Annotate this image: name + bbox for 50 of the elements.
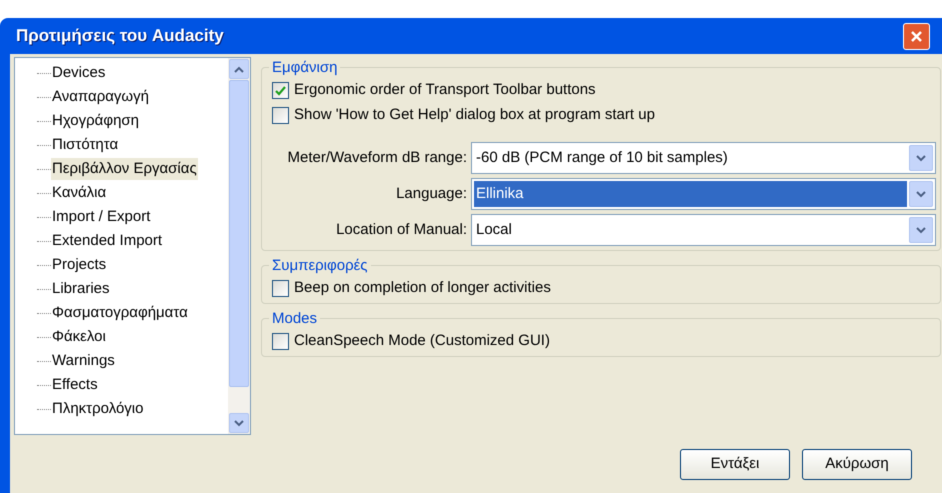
dropdown-value: Ellinika — [474, 181, 907, 207]
check-icon — [275, 86, 286, 96]
field-label: Language: — [395, 184, 468, 204]
tree-item[interactable]: Projects — [51, 254, 108, 276]
chevron-down-icon — [916, 154, 926, 162]
tree-item[interactable]: Αναπαραγωγή — [51, 86, 150, 108]
checkbox-label: Beep on completion of longer activities — [294, 278, 551, 298]
dropdown[interactable]: Ellinika — [471, 178, 936, 210]
chevron-down-icon — [916, 226, 926, 234]
dialog-button[interactable]: Ακύρωση — [802, 449, 912, 480]
tree-item[interactable]: Ηχογράφηση — [51, 110, 140, 132]
checkbox-label: Ergonomic order of Transport Toolbar buttons — [294, 80, 596, 100]
scroll-up-button[interactable] — [229, 59, 249, 79]
scrollbar[interactable] — [228, 58, 250, 434]
scroll-thumb[interactable] — [229, 80, 249, 387]
tree-item[interactable]: Warnings — [51, 350, 116, 372]
tree-item[interactable]: Φασματογραφήματα — [51, 302, 189, 324]
dialog-button[interactable]: Εντάξει — [680, 449, 790, 480]
checkbox[interactable] — [272, 82, 289, 99]
chevron-up-icon — [234, 66, 244, 72]
field-label: Meter/Waveform dB range: — [286, 148, 468, 168]
tree-item[interactable]: Περιβάλλον Εργασίας — [51, 158, 198, 180]
tree-item[interactable]: Κανάλια — [51, 182, 108, 204]
tree-item[interactable]: Πιστότητα — [51, 134, 120, 156]
dropdown-arrow-button[interactable] — [909, 145, 933, 171]
field-label: Location of Manual: — [335, 220, 468, 240]
dropdown[interactable]: -60 dB (PCM range of 10 bit samples) — [471, 142, 936, 174]
tree-item[interactable]: Libraries — [51, 278, 111, 300]
checkbox[interactable] — [272, 280, 289, 297]
dropdown-arrow-button[interactable] — [909, 217, 933, 243]
dropdown-arrow-button[interactable] — [909, 181, 933, 207]
close-icon — [910, 30, 923, 42]
tree-item[interactable]: Devices — [51, 62, 106, 84]
tree-item[interactable]: Effects — [51, 374, 99, 396]
tree-item[interactable]: Import / Export — [51, 206, 152, 228]
dropdown[interactable]: Local — [471, 214, 936, 246]
checkbox-label: Show 'How to Get Help' dialog box at program start up — [294, 105, 655, 126]
window-title: Προτιμήσεις του Audacity — [15, 25, 224, 48]
checkbox[interactable] — [272, 333, 289, 350]
dropdown-value: -60 dB (PCM range of 10 bit samples) — [475, 148, 729, 168]
tree-item[interactable]: Πληκτρολόγιο — [51, 398, 144, 420]
dropdown-value: Local — [475, 220, 513, 240]
chevron-down-icon — [234, 420, 244, 426]
scroll-down-button[interactable] — [229, 413, 249, 433]
tree-item[interactable]: Φάκελοι — [51, 326, 107, 348]
tree-item[interactable]: Extended Import — [51, 230, 164, 252]
chevron-down-icon — [916, 190, 926, 198]
checkbox-label: CleanSpeech Mode (Customized GUI) — [294, 331, 550, 352]
checkbox[interactable] — [272, 107, 289, 124]
close-button[interactable] — [903, 22, 930, 50]
